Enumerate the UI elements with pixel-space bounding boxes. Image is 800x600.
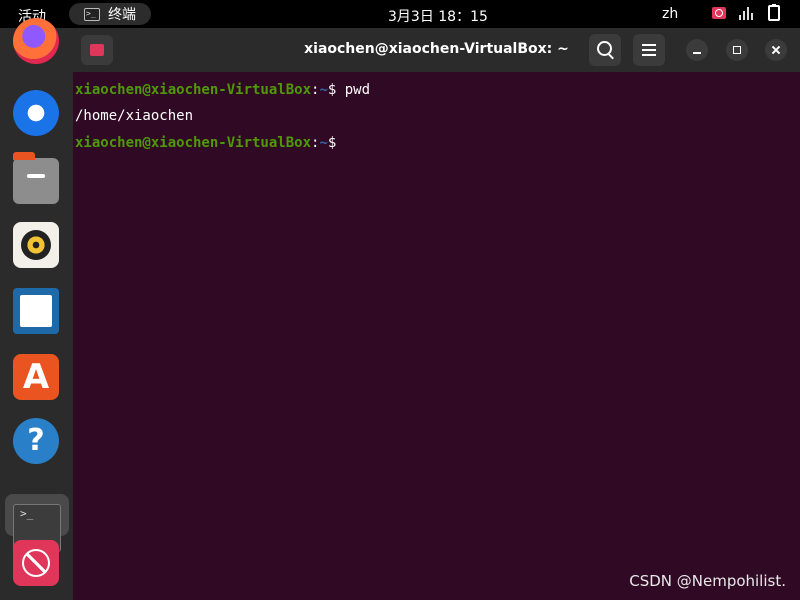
app-menu-label: 终端 xyxy=(108,7,136,23)
close-button[interactable] xyxy=(765,39,787,61)
maximize-button[interactable] xyxy=(726,39,748,61)
watermark: CSDN @Nempohilist. xyxy=(629,572,786,590)
terminal-line: xiaochen@xiaochen-VirtualBox:~$ pwd xyxy=(75,82,371,98)
minimize-button[interactable] xyxy=(686,39,708,61)
rhythmbox-icon[interactable] xyxy=(13,222,59,268)
terminal-output[interactable]: xiaochen@xiaochen-VirtualBox:~$ pwd /hom… xyxy=(73,72,800,600)
writer-icon[interactable] xyxy=(13,288,59,334)
terminal-line: xiaochen@xiaochen-VirtualBox:~$ xyxy=(75,134,354,151)
clock[interactable]: 3月3日 18：15 xyxy=(388,6,488,26)
files-icon[interactable] xyxy=(13,152,59,204)
clipboard-icon[interactable] xyxy=(768,4,780,21)
menu-button[interactable] xyxy=(633,34,665,66)
app-menu-button[interactable]: >_ 终端 xyxy=(69,3,151,25)
language-indicator[interactable]: zh xyxy=(662,6,678,22)
terminal-icon: >_ xyxy=(84,7,100,21)
terminal-header: xiaochen@xiaochen-VirtualBox: ~ xyxy=(73,28,800,72)
network-icon[interactable] xyxy=(738,6,754,20)
help-icon[interactable]: ? xyxy=(13,418,59,464)
blocked-icon[interactable] xyxy=(13,540,59,586)
terminal-window: xiaochen@xiaochen-VirtualBox: ~ xiaochen… xyxy=(73,28,800,600)
dock: A ? >_ xyxy=(0,18,73,600)
search-button[interactable] xyxy=(589,34,621,66)
cursor xyxy=(345,134,354,150)
screen-record-icon[interactable] xyxy=(712,7,726,19)
thunderbird-icon[interactable] xyxy=(13,90,59,136)
top-bar: 活动 >_ 终端 3月3日 18：15 zh xyxy=(0,0,800,28)
firefox-icon[interactable] xyxy=(13,18,59,64)
terminal-line: /home/xiaochen xyxy=(75,108,194,124)
software-icon[interactable]: A xyxy=(13,354,59,400)
